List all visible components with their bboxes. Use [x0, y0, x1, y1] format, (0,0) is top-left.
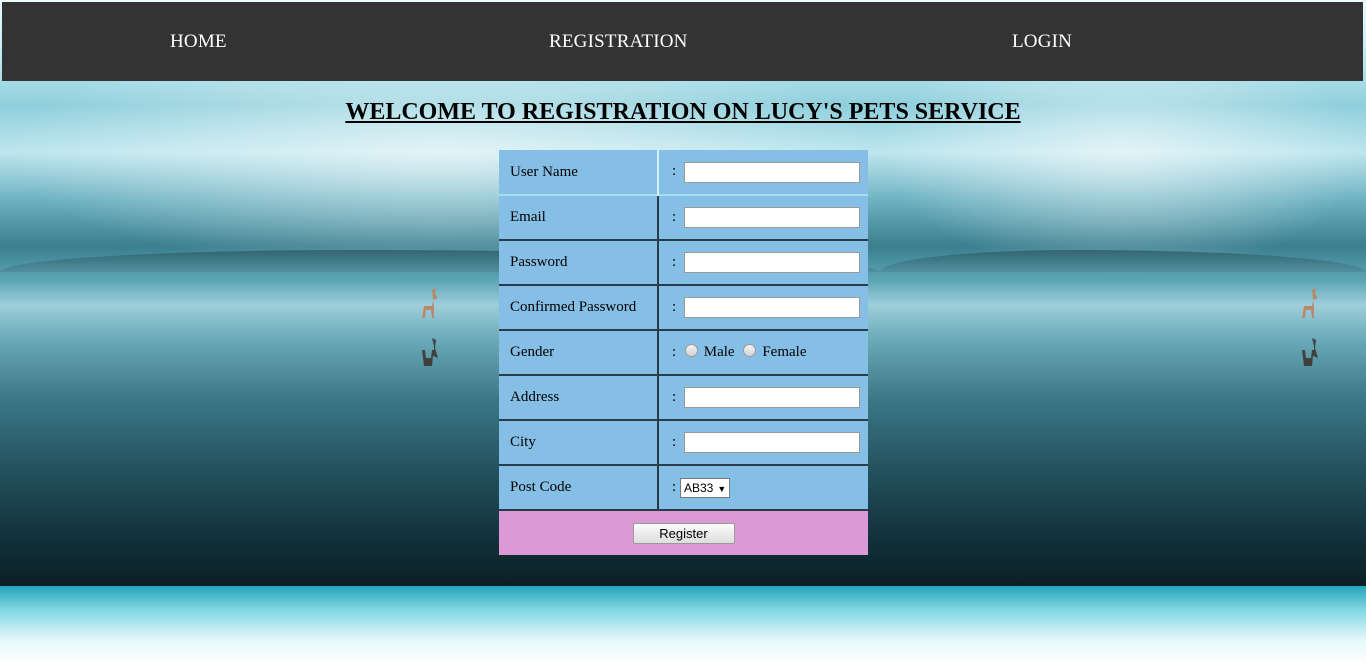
background-bottom — [0, 586, 880, 663]
gender-female-label: Female — [762, 344, 807, 360]
email-input[interactable] — [683, 207, 860, 228]
form-row-gender: Gender : Male Female — [499, 330, 868, 375]
postcode-selected-value: AB33 — [684, 480, 714, 495]
gender-male-label: Male — [703, 344, 735, 360]
form-row-username: User Name : — [499, 150, 868, 195]
separator: : — [672, 433, 677, 450]
username-input[interactable] — [683, 161, 860, 183]
password-input[interactable] — [683, 252, 860, 273]
address-input[interactable] — [683, 387, 860, 408]
gender-label: Gender — [499, 330, 659, 375]
deer-icon — [1302, 288, 1318, 366]
form-row-address: Address : — [499, 375, 868, 420]
email-label: Email — [499, 195, 659, 240]
registration-form: User Name : Email : Password : Confirmed… — [499, 150, 868, 555]
nav-home-link[interactable]: HOME — [170, 31, 227, 53]
register-button[interactable]: Register — [632, 522, 735, 544]
separator: : — [672, 388, 677, 405]
username-label: User Name — [499, 150, 659, 195]
page-title: WELCOME TO REGISTRATION ON LUCY'S PETS S… — [345, 99, 1021, 125]
address-label: Address — [499, 375, 659, 420]
form-row-confirm-password: Confirmed Password : — [499, 285, 868, 330]
postcode-select[interactable]: AB33 ▼ — [680, 477, 731, 498]
separator: : — [672, 344, 677, 360]
separator: : — [672, 298, 677, 315]
form-row-postcode: Post Code : AB33 ▼ — [499, 465, 868, 510]
nav-login-link[interactable]: LOGIN — [1012, 31, 1072, 53]
deer-icon — [422, 288, 438, 366]
nav-registration-link[interactable]: REGISTRATION — [549, 31, 688, 53]
background-bottom-repeat — [880, 586, 1366, 663]
nav-bar: HOME REGISTRATION LOGIN — [2, 2, 1363, 81]
background-hills — [880, 250, 1366, 272]
form-row-city: City : — [499, 420, 868, 465]
form-row-password: Password : — [499, 240, 868, 285]
separator: : — [672, 253, 677, 270]
form-row-email: Email : — [499, 195, 868, 240]
gender-male-radio[interactable] — [684, 344, 698, 357]
city-label: City — [499, 420, 659, 465]
confirm-password-input[interactable] — [683, 297, 860, 318]
separator: : — [672, 478, 677, 495]
gender-female-radio[interactable] — [743, 344, 757, 357]
separator: : — [672, 163, 677, 180]
separator: : — [672, 208, 677, 225]
confirm-password-label: Confirmed Password — [499, 285, 659, 330]
chevron-down-icon: ▼ — [717, 483, 727, 494]
background-image-repeat — [880, 0, 1366, 586]
password-label: Password — [499, 240, 659, 285]
city-input[interactable] — [683, 432, 860, 453]
postcode-label: Post Code — [499, 465, 659, 510]
form-row-submit: Register — [499, 510, 868, 555]
